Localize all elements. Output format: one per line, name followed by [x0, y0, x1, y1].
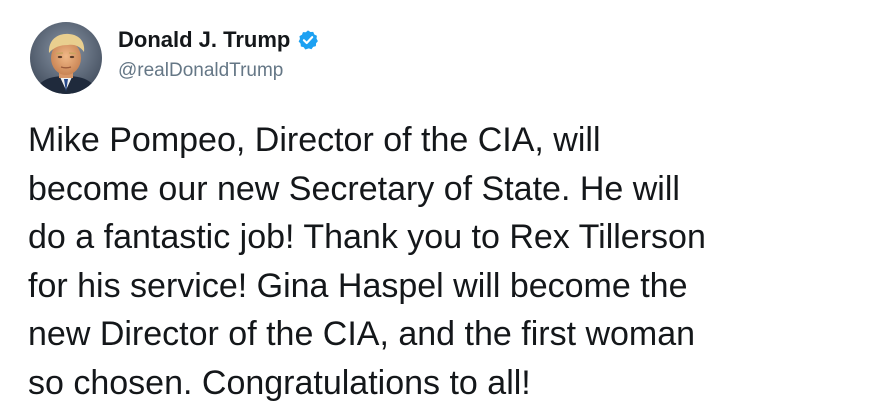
tweet-text-line: become our new Secretary of State. He wi… [28, 169, 680, 208]
tweet-text-line: for his service! Gina Haspel will become… [28, 266, 688, 305]
avatar[interactable] [30, 22, 102, 94]
tweet-text-line: so chosen. Congratulations to all! [28, 363, 531, 402]
author-handle[interactable]: @realDonaldTrump [118, 59, 283, 83]
author-display-name[interactable]: Donald J. Trump [118, 27, 290, 53]
verified-badge-icon [297, 29, 319, 51]
tweet-card: Donald J. Trump @realDonaldTrump Mike Po… [0, 0, 873, 414]
tweet-text-line: Mike Pompeo, Director of the CIA, will [28, 121, 601, 159]
tweet-text-line: do a fantastic job! Thank you to Rex Til… [28, 218, 706, 256]
author-name-row: Donald J. Trump [118, 27, 319, 53]
tweet-text: Mike Pompeo, Director of the CIA, will b… [28, 116, 868, 407]
tweet-text-line: new Director of the CIA, and the first w… [28, 315, 696, 353]
profile-photo-icon [30, 22, 102, 94]
